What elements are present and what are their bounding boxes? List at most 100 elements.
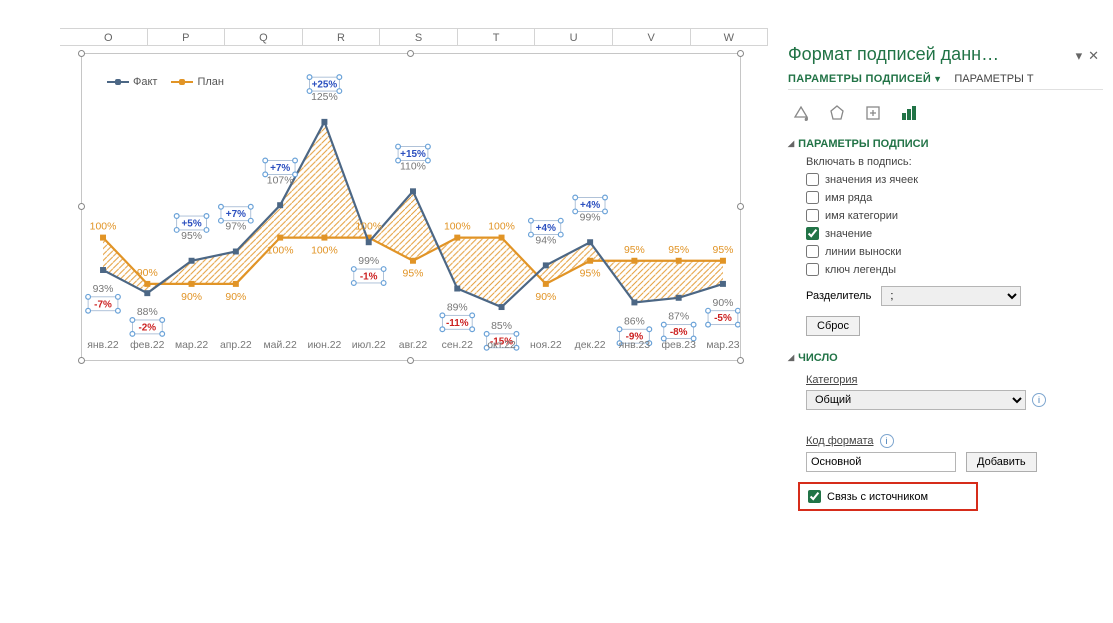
add-format-button[interactable]: Добавить <box>966 452 1037 472</box>
svg-text:окт.22: окт.22 <box>487 340 516 351</box>
pane-dropdown-icon[interactable]: ▾ <box>1076 48 1083 64</box>
check-value[interactable]: значение <box>806 227 1103 240</box>
svg-text:100%: 100% <box>90 222 117 233</box>
col-header[interactable]: O <box>70 29 148 45</box>
svg-text:мар.23: мар.23 <box>706 340 739 351</box>
col-header[interactable]: Q <box>225 29 303 45</box>
svg-text:100%: 100% <box>355 222 382 233</box>
check-values-from-cells[interactable]: значения из ячеек <box>806 173 1103 186</box>
svg-text:90%: 90% <box>137 268 158 279</box>
svg-text:май.22: май.22 <box>264 340 297 351</box>
reset-button[interactable]: Сброс <box>806 316 860 336</box>
svg-text:100%: 100% <box>444 222 471 233</box>
svg-text:+15%: +15% <box>400 149 426 160</box>
section-label-options[interactable]: ПАРАМЕТРЫ ПОДПИСИ <box>788 138 1103 150</box>
svg-text:-5%: -5% <box>714 313 732 324</box>
svg-text:дек.22: дек.22 <box>575 340 606 351</box>
col-header[interactable]: S <box>380 29 458 45</box>
svg-text:-2%: -2% <box>138 322 156 333</box>
linked-to-source-label: Связь с источником <box>827 491 928 503</box>
svg-text:фев.22: фев.22 <box>130 339 165 351</box>
svg-text:июл.22: июл.22 <box>352 340 386 351</box>
chart-object[interactable]: Факт План 100%90%90%90%100%100%100%95%10… <box>81 53 741 361</box>
svg-text:90%: 90% <box>713 298 734 309</box>
svg-text:99%: 99% <box>580 212 601 223</box>
linked-to-source-checkbox[interactable] <box>808 490 821 503</box>
category-label: Категория <box>806 374 1103 386</box>
check-legend-key[interactable]: ключ легенды <box>806 263 1103 276</box>
svg-text:89%: 89% <box>447 302 468 313</box>
svg-text:-11%: -11% <box>446 318 469 329</box>
check-series-name[interactable]: имя ряда <box>806 191 1103 204</box>
svg-text:95%: 95% <box>181 231 202 242</box>
svg-text:янв.23: янв.23 <box>619 340 651 351</box>
svg-text:95%: 95% <box>668 245 689 256</box>
svg-text:+7%: +7% <box>270 163 290 174</box>
check-leader-lines[interactable]: линии выноски <box>806 245 1103 258</box>
svg-text:87%: 87% <box>668 312 689 323</box>
format-code-input[interactable] <box>806 452 956 472</box>
pane-title: Формат подписей данн… <box>788 44 999 65</box>
svg-text:авг.22: авг.22 <box>399 340 428 351</box>
svg-text:сен.22: сен.22 <box>442 340 473 351</box>
tab-label-options[interactable]: ПАРАМЕТРЫ ПОДПИСЕЙ▼ <box>788 73 942 85</box>
col-header[interactable]: P <box>148 29 226 45</box>
svg-text:апр.22: апр.22 <box>220 340 252 351</box>
col-header[interactable]: U <box>535 29 613 45</box>
include-label: Включать в подпись: <box>806 156 1103 168</box>
header-corner <box>60 28 70 46</box>
svg-text:-7%: -7% <box>94 299 112 310</box>
svg-text:95%: 95% <box>713 245 734 256</box>
chart-plot[interactable]: 100% 90% 90% 90% 100% 100% 100% 95% 100% 100% 90% 9… <box>82 54 740 360</box>
fill-icon[interactable] <box>790 102 812 124</box>
linked-to-source-highlight: Связь с источником <box>798 482 978 511</box>
svg-text:ноя.22: ноя.22 <box>530 340 562 351</box>
separator-select[interactable]: ; <box>881 286 1021 306</box>
chart-options-icon[interactable] <box>898 102 920 124</box>
svg-text:95%: 95% <box>624 245 645 256</box>
section-number[interactable]: ЧИСЛО <box>788 352 1103 364</box>
svg-text:90%: 90% <box>225 292 246 303</box>
check-category-name[interactable]: имя категории <box>806 209 1103 222</box>
col-header[interactable]: R <box>303 29 381 45</box>
svg-text:99%: 99% <box>358 256 379 267</box>
svg-text:90%: 90% <box>181 292 202 303</box>
format-pane: Формат подписей данн… ▾ ✕ ПАРАМЕТРЫ ПОДП… <box>788 44 1103 511</box>
svg-text:88%: 88% <box>137 307 158 318</box>
col-header[interactable]: T <box>458 29 536 45</box>
svg-text:107%: 107% <box>267 175 294 186</box>
svg-text:85%: 85% <box>491 321 512 332</box>
svg-text:95%: 95% <box>403 269 424 280</box>
svg-text:-8%: -8% <box>670 327 688 338</box>
col-header[interactable]: V <box>613 29 691 45</box>
svg-text:+5%: +5% <box>182 218 202 229</box>
size-icon[interactable] <box>862 102 884 124</box>
svg-text:+7%: +7% <box>226 209 246 220</box>
svg-text:100%: 100% <box>311 245 338 256</box>
info-icon[interactable]: i <box>1032 393 1046 407</box>
column-headers: O P Q R S T U V W <box>70 28 768 46</box>
svg-text:+4%: +4% <box>536 223 556 234</box>
col-header[interactable]: W <box>691 29 769 45</box>
format-code-label: Код форматаi <box>806 434 1103 448</box>
svg-text:110%: 110% <box>400 161 426 172</box>
svg-text:125%: 125% <box>311 92 338 103</box>
svg-text:фев.23: фев.23 <box>661 339 696 351</box>
svg-text:93%: 93% <box>93 284 114 295</box>
tab-text-options[interactable]: ПАРАМЕТРЫ Т <box>954 73 1033 85</box>
svg-text:100%: 100% <box>267 245 294 256</box>
category-select[interactable]: Общий <box>806 390 1026 410</box>
svg-text:-1%: -1% <box>360 271 378 282</box>
svg-text:90%: 90% <box>535 292 556 303</box>
svg-text:+4%: +4% <box>580 200 600 211</box>
svg-text:янв.22: янв.22 <box>87 340 119 351</box>
svg-text:86%: 86% <box>624 316 645 327</box>
svg-text:97%: 97% <box>225 222 246 233</box>
effects-icon[interactable] <box>826 102 848 124</box>
info-icon[interactable]: i <box>880 434 894 448</box>
svg-text:июн.22: июн.22 <box>307 340 341 351</box>
separator-label: Разделитель <box>806 290 871 302</box>
close-icon[interactable]: ✕ <box>1088 48 1099 64</box>
svg-text:95%: 95% <box>580 269 601 280</box>
svg-text:100%: 100% <box>488 222 515 233</box>
